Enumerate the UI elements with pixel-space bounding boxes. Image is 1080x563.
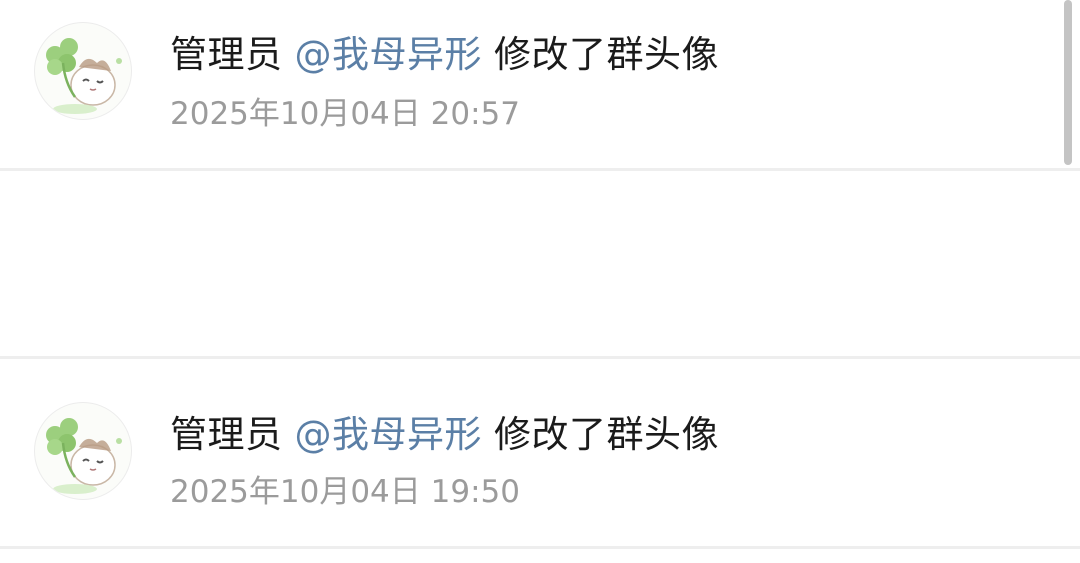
timestamp: 2025年10月04日 19:50 [170, 474, 520, 510]
mention-link[interactable]: @我母异形 [295, 33, 483, 76]
actor-role: 管理员 [170, 413, 283, 456]
divider [0, 546, 1080, 549]
timestamp: 2025年10月04日 20:57 [170, 96, 520, 132]
divider [0, 168, 1080, 171]
action-text: 修改了群头像 [494, 33, 719, 76]
mention-link[interactable]: @我母异形 [295, 413, 483, 456]
notification-title: 管理员 @我母异形 修改了群头像 [170, 24, 719, 78]
group-notification-feed: 管理员 @我母异形 修改了群头像 2025年10月04日 20:57 管理员 @… [0, 0, 1080, 563]
clover-cat-avatar-icon[interactable] [34, 22, 132, 120]
notification-title: 管理员 @我母异形 修改了群头像 [170, 404, 719, 458]
action-text: 修改了群头像 [494, 413, 719, 456]
clover-cat-avatar-icon[interactable] [34, 402, 132, 500]
redacted-notification-item[interactable] [0, 172, 1080, 496]
actor-role: 管理员 [170, 33, 283, 76]
scrollbar[interactable] [1064, 0, 1072, 165]
divider [0, 356, 1080, 359]
notification-item[interactable]: 管理员 @我母异形 修改了群头像 2025年10月04日 20:57 [0, 0, 1080, 168]
